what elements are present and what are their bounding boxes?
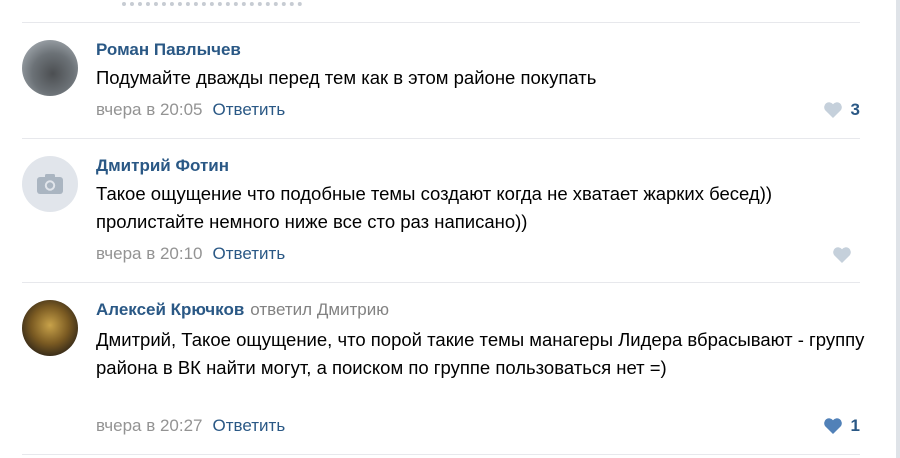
comment-text: Дмитрий, Такое ощущение, что порой такие… [96, 329, 865, 378]
comment-author: Алексей Крючков ответил Дмитрию [96, 300, 389, 320]
heart-icon [833, 247, 851, 263]
comment-divider [22, 454, 860, 455]
like-button[interactable]: 1 [823, 416, 860, 436]
comment-time[interactable]: вчера в 20:10 [96, 244, 203, 263]
comment-text: Подумайте дважды перед тем как в этом ра… [96, 67, 597, 88]
comment-meta: вчера в 20:10 Ответить [96, 244, 285, 264]
heart-icon [823, 102, 842, 118]
reply-button[interactable]: Ответить [213, 100, 286, 119]
comment-divider [22, 282, 860, 283]
comment-meta: вчера в 20:05 Ответить [96, 100, 285, 120]
heart-icon [823, 418, 842, 434]
comment-author[interactable]: Дмитрий Фотин [96, 156, 229, 176]
comment-author[interactable]: Роман Павлычев [96, 40, 241, 60]
like-count: 3 [850, 100, 860, 119]
previous-comment-remnant [22, 0, 862, 6]
scrollbar-edge [896, 0, 900, 458]
reply-to-label[interactable]: ответил Дмитрию [250, 300, 389, 319]
avatar[interactable] [22, 300, 78, 356]
comment-text: Такое ощущение что подобные темы создают… [96, 183, 773, 232]
comment-time[interactable]: вчера в 20:27 [96, 416, 203, 435]
reply-button[interactable]: Ответить [213, 416, 286, 435]
reply-button[interactable]: Ответить [213, 244, 286, 263]
like-button[interactable] [832, 246, 860, 264]
author-name[interactable]: Алексей Крючков [96, 300, 244, 319]
comment-meta: вчера в 20:27 Ответить [96, 416, 285, 436]
like-count: 1 [850, 416, 860, 435]
like-button[interactable]: 3 [823, 100, 860, 120]
avatar-placeholder[interactable] [22, 156, 78, 212]
avatar[interactable] [22, 40, 78, 96]
comment-time[interactable]: вчера в 20:05 [96, 100, 203, 119]
comment-divider [22, 22, 860, 23]
camera-icon [37, 174, 63, 194]
comment-divider [22, 138, 860, 139]
